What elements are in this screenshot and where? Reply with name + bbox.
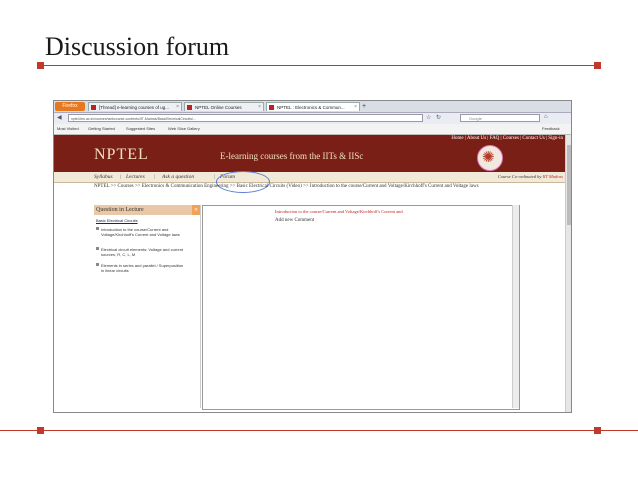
footer-divider (0, 427, 638, 434)
bookmarks-bar: Most Visited Getting Started Suggested S… (54, 124, 571, 135)
bookmark-item[interactable]: Getting Started (88, 125, 115, 133)
add-comment-link[interactable]: Add new Comment (275, 218, 314, 223)
close-icon[interactable]: × (354, 103, 357, 111)
navigation-bar: ◀ nptel.iitm.ac.in/courses/webcourse-con… (54, 113, 571, 124)
emblem-icon (477, 145, 503, 171)
firefox-menu-button[interactable]: Firefox (55, 102, 85, 111)
slide-title: Discussion forum (45, 32, 230, 61)
site-logo[interactable]: NPTEL (94, 146, 149, 164)
tab-label: NPTEL Online Courses (195, 105, 242, 110)
page-icon (269, 105, 274, 110)
forum-content: Introduction to the course/Current and V… (202, 205, 520, 410)
collapse-icon[interactable]: « (192, 205, 200, 215)
menu-ask-question[interactable]: Ask a question (162, 173, 194, 181)
page-icon (187, 105, 192, 110)
page-scrollbar[interactable] (565, 135, 571, 412)
browser-screenshot: Firefox [Thread] e-learning courses of u… (53, 100, 572, 413)
browser-tab[interactable]: NPTEL Online Courses × (184, 102, 264, 111)
page-icon (91, 105, 96, 110)
sidebar-subheading[interactable]: Basic Electrical Circuits (96, 218, 138, 223)
site-tagline: E-learning courses from the IITs & IISc (220, 151, 364, 161)
tab-label: NPTEL : Electronics & Commun... (277, 105, 345, 110)
close-icon[interactable]: × (258, 103, 261, 111)
menu-syllabus[interactable]: Syllabus (94, 173, 113, 181)
thread-link[interactable]: Introduction to the course/Current and V… (275, 209, 403, 214)
browser-tab[interactable]: [Thread] e-learning courses of ug... × (88, 102, 182, 111)
course-credit: Course Co-ordinated by IIT Madras (497, 174, 563, 179)
site-header: Home | About Us | FAQ | Courses | Contac… (54, 135, 565, 172)
browser-tab-active[interactable]: NPTEL : Electronics & Commun... × (266, 102, 360, 111)
reload-icon[interactable]: ↻ (436, 114, 441, 121)
scrollbar-thumb[interactable] (567, 145, 571, 225)
feedback-button[interactable]: Feedback (542, 125, 560, 133)
title-divider (37, 62, 601, 69)
tab-bar: Firefox [Thread] e-learning courses of u… (54, 101, 571, 113)
breadcrumb[interactable]: NPTEL >> Courses >> Electronics & Commun… (94, 184, 534, 191)
new-tab-icon[interactable]: + (362, 102, 366, 111)
bookmark-item[interactable]: Most Visited (57, 125, 79, 133)
bookmark-item[interactable]: Web Slice Gallery (168, 125, 200, 133)
search-input[interactable]: Google (460, 114, 540, 122)
sidebar-item[interactable]: Introduction to the course/Current and V… (96, 227, 185, 237)
sidebar-item[interactable]: Elements in series and parallel / Superp… (96, 263, 185, 273)
site-menu: Syllabus | Lectures | Ask a question | F… (54, 172, 565, 183)
web-page: Home | About Us | FAQ | Courses | Contac… (54, 135, 565, 412)
content-scrollbar[interactable] (512, 205, 519, 408)
top-links[interactable]: Home | About Us | FAQ | Courses | Contac… (451, 136, 563, 141)
bookmark-item[interactable]: Suggested Sites (126, 125, 155, 133)
sidebar: Question in Lecture « Basic Electrical C… (94, 205, 201, 408)
star-icon[interactable]: ☆ (426, 114, 431, 121)
sidebar-item[interactable]: Electrical circuit elements: Voltage and… (96, 247, 185, 257)
home-icon[interactable]: ⌂ (544, 114, 548, 120)
menu-lectures[interactable]: Lectures (126, 173, 145, 181)
address-bar[interactable]: nptel.iitm.ac.in/courses/webcourse-conte… (68, 114, 423, 122)
sidebar-heading: Question in Lecture (94, 205, 192, 215)
back-icon[interactable]: ◀ (57, 114, 62, 121)
tab-label: [Thread] e-learning courses of ug... (99, 105, 170, 110)
close-icon[interactable]: × (176, 103, 179, 111)
